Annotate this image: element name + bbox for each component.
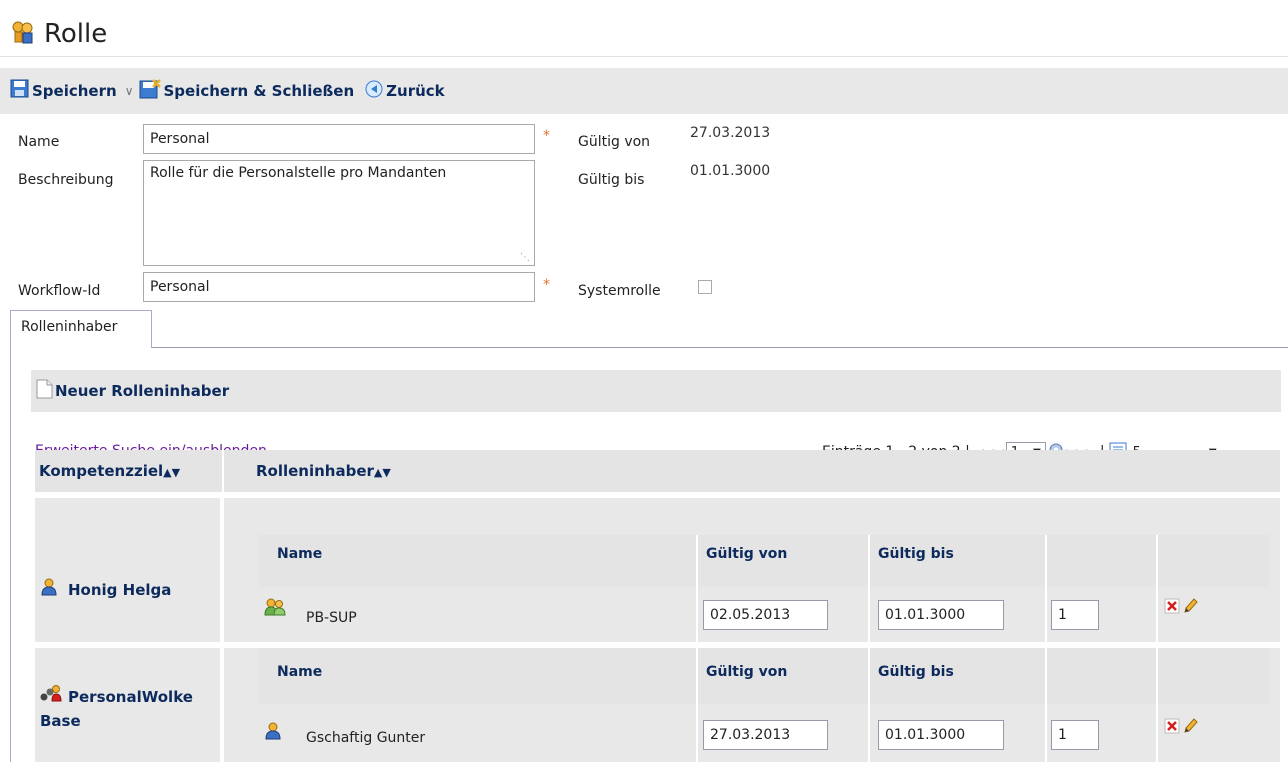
new-document-icon — [33, 378, 55, 404]
org-unit-icon — [40, 684, 62, 706]
role-icon — [10, 19, 36, 49]
column-divider — [1045, 648, 1047, 762]
table-row-target — [35, 498, 220, 642]
title-divider — [0, 56, 1288, 57]
sub-column-name: Name — [277, 664, 323, 680]
save-button[interactable]: Speichern — [10, 79, 117, 103]
valid-from-label: Gültig von — [578, 134, 651, 150]
new-holder-button[interactable]: Neuer Rolleninhaber — [55, 382, 229, 400]
holder-name: PB-SUP — [306, 610, 357, 626]
page-title: Rolle — [44, 19, 108, 49]
sub-column-from: Gültig von — [706, 664, 788, 680]
systemrole-label: Systemrolle — [578, 283, 661, 299]
valid-to-input[interactable] — [878, 720, 1004, 750]
valid-from-input[interactable] — [703, 720, 828, 750]
delete-icon[interactable] — [1164, 718, 1180, 738]
count-input[interactable] — [1051, 720, 1099, 750]
save-close-icon — [139, 79, 163, 103]
valid-to-label: Gültig bis — [578, 172, 645, 188]
target-name: PersonalWolke — [68, 688, 193, 706]
chevron-down-icon[interactable]: ∨ — [125, 84, 134, 98]
column-divider — [222, 450, 224, 492]
column-divider — [868, 535, 870, 642]
target-name: Honig Helga — [68, 581, 172, 599]
delete-icon[interactable] — [1164, 598, 1180, 618]
sort-icon: ▲▼ — [163, 466, 181, 479]
edit-icon[interactable] — [1182, 717, 1198, 739]
group-icon — [264, 598, 286, 620]
edit-icon[interactable] — [1182, 597, 1198, 619]
back-arrow-icon — [364, 79, 386, 103]
new-holder-bar: Neuer Rolleninhaber — [31, 370, 1281, 412]
valid-from-input[interactable] — [703, 600, 828, 630]
column-divider — [1156, 535, 1158, 642]
resize-handle-icon[interactable]: ⋱ — [520, 252, 530, 263]
save-icon — [10, 79, 32, 103]
toolbar: Speichern ∨ Speichern & Schließen Zurück — [0, 68, 1288, 114]
column-header-holder[interactable]: Rolleninhaber▲▼ — [256, 462, 391, 480]
column-divider — [696, 535, 698, 642]
sub-column-name: Name — [277, 546, 323, 562]
page-header: Rolle — [10, 14, 107, 54]
workflow-label: Workflow-Id — [18, 283, 101, 299]
save-label: Speichern — [32, 82, 117, 100]
name-label: Name — [18, 134, 60, 150]
back-label: Zurück — [386, 82, 445, 100]
description-label: Beschreibung — [18, 172, 114, 188]
name-field[interactable] — [143, 124, 535, 154]
save-close-label: Speichern & Schließen — [163, 82, 355, 100]
column-header-target[interactable]: Kompetenzziel▲▼ — [39, 462, 180, 480]
user-icon — [40, 578, 58, 600]
sub-column-from: Gültig von — [706, 546, 788, 562]
valid-to-input[interactable] — [878, 600, 1004, 630]
description-field[interactable]: Rolle für die Personalstelle pro Mandant… — [143, 160, 535, 266]
back-button[interactable]: Zurück — [364, 79, 445, 103]
save-close-button[interactable]: Speichern & Schließen — [139, 79, 354, 103]
workflow-required-mark: * — [543, 277, 550, 293]
column-divider — [696, 648, 698, 762]
user-icon — [264, 722, 282, 744]
systemrole-checkbox[interactable] — [698, 280, 712, 294]
count-input[interactable] — [1051, 600, 1099, 630]
tab-rolleninhaber[interactable]: Rolleninhaber — [10, 310, 152, 348]
target-name-cont: Base — [40, 712, 81, 730]
workflow-field[interactable] — [143, 272, 535, 302]
name-required-mark: * — [543, 128, 550, 144]
sort-icon: ▲▼ — [373, 466, 391, 479]
valid-from-value: 27.03.2013 — [690, 125, 771, 141]
column-divider — [1156, 648, 1158, 762]
sub-column-to: Gültig bis — [878, 664, 954, 680]
valid-to-value: 01.01.3000 — [690, 163, 771, 179]
sub-column-to: Gültig bis — [878, 546, 954, 562]
column-divider — [868, 648, 870, 762]
column-divider — [1045, 535, 1047, 642]
holder-name: Gschaftig Gunter — [306, 730, 426, 746]
description-value: Rolle für die Personalstelle pro Mandant… — [150, 165, 447, 181]
